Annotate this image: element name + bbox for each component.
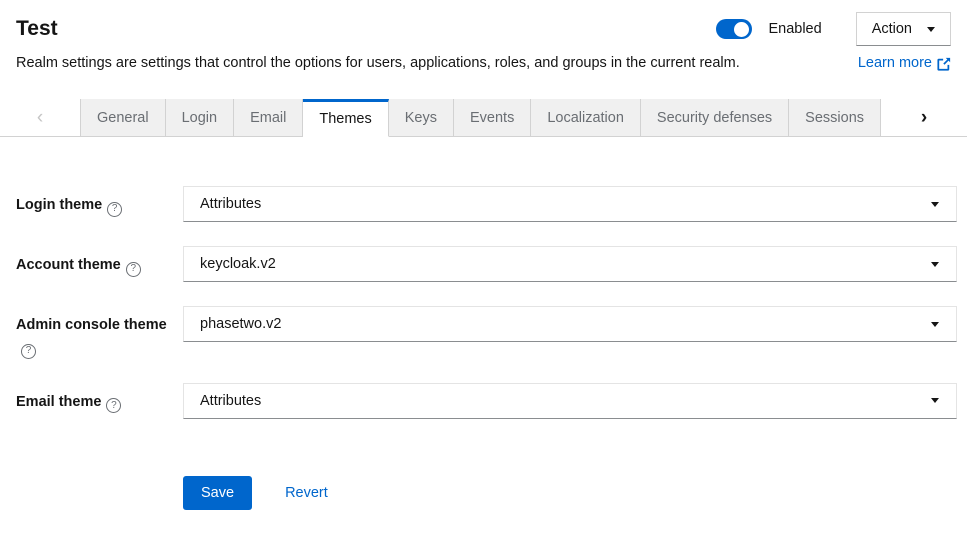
tabs-scroll-right-button[interactable]: › <box>881 99 967 137</box>
tab-email[interactable]: Email <box>234 99 303 137</box>
realm-settings-header: Test Enabled Action Realm settings are s… <box>0 0 967 74</box>
account-theme-value: keycloak.v2 <box>200 256 276 272</box>
tabs-scroll-left-button[interactable]: ‹ <box>0 99 80 137</box>
account-theme-row: Account theme? keycloak.v2 <box>16 246 957 282</box>
login-theme-select[interactable]: Attributes <box>183 186 957 222</box>
help-icon[interactable]: ? <box>106 398 121 413</box>
realm-settings-tabbar: ‹ General Login Email Themes Keys Events… <box>0 99 967 137</box>
help-icon[interactable]: ? <box>126 262 141 277</box>
page-title: Test <box>16 15 58 43</box>
admin-console-theme-label: Admin console theme? <box>16 306 183 359</box>
login-theme-label: Login theme? <box>16 186 183 217</box>
email-theme-value: Attributes <box>200 393 261 409</box>
help-icon[interactable]: ? <box>21 344 36 359</box>
tab-keys[interactable]: Keys <box>389 99 454 137</box>
account-theme-label: Account theme? <box>16 246 183 277</box>
external-link-icon <box>937 57 951 71</box>
tab-list: General Login Email Themes Keys Events L… <box>80 99 881 137</box>
toggle-knob <box>734 22 749 37</box>
save-button[interactable]: Save <box>183 476 252 510</box>
action-dropdown-button[interactable]: Action <box>856 12 951 46</box>
tab-localization[interactable]: Localization <box>531 99 641 137</box>
caret-down-icon <box>931 202 939 207</box>
tab-events[interactable]: Events <box>454 99 531 137</box>
tab-login[interactable]: Login <box>166 99 234 137</box>
tab-general[interactable]: General <box>80 99 166 137</box>
admin-console-theme-select[interactable]: phasetwo.v2 <box>183 306 957 342</box>
login-theme-row: Login theme? Attributes <box>16 186 957 222</box>
themes-tab-panel: Login theme? Attributes Account theme? k… <box>0 137 967 510</box>
email-theme-row: Email theme? Attributes <box>16 383 957 419</box>
chevron-left-icon: ‹ <box>37 107 43 129</box>
caret-down-icon <box>931 398 939 403</box>
realm-settings-description: Realm settings are settings that control… <box>16 53 740 74</box>
tab-themes[interactable]: Themes <box>303 99 388 137</box>
caret-down-icon <box>931 322 939 327</box>
help-icon[interactable]: ? <box>107 202 122 217</box>
enabled-toggle[interactable] <box>716 19 752 39</box>
chevron-right-icon: › <box>921 107 927 129</box>
email-theme-label: Email theme? <box>16 383 183 414</box>
admin-console-theme-value: phasetwo.v2 <box>200 316 281 332</box>
learn-more-link[interactable]: Learn more <box>858 53 951 74</box>
account-theme-select[interactable]: keycloak.v2 <box>183 246 957 282</box>
action-dropdown-label: Action <box>872 21 912 37</box>
tab-sessions[interactable]: Sessions <box>789 99 881 137</box>
revert-link[interactable]: Revert <box>285 485 328 501</box>
admin-console-theme-row: Admin console theme? phasetwo.v2 <box>16 306 957 359</box>
enabled-toggle-label: Enabled <box>768 21 821 37</box>
login-theme-value: Attributes <box>200 196 261 212</box>
learn-more-label: Learn more <box>858 53 932 74</box>
caret-down-icon <box>931 262 939 267</box>
tab-security-defenses[interactable]: Security defenses <box>641 99 789 137</box>
email-theme-select[interactable]: Attributes <box>183 383 957 419</box>
form-actions: Save Revert <box>183 476 957 510</box>
caret-down-icon <box>927 27 935 32</box>
